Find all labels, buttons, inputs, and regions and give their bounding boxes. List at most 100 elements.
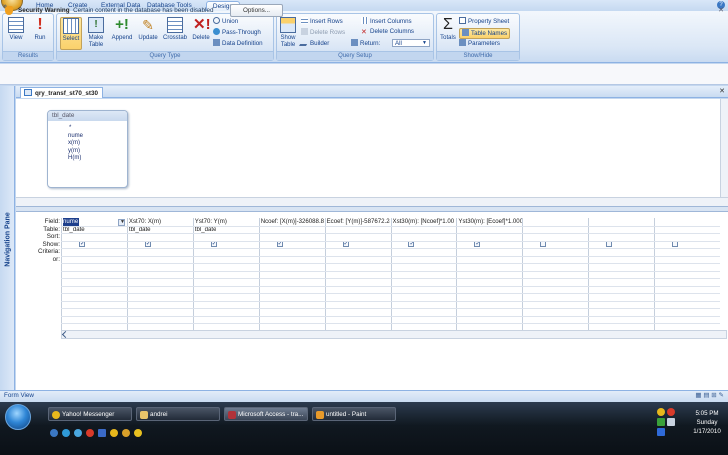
delete-columns-button[interactable]: ✕ Delete Columns — [361, 28, 414, 36]
task-microsoft-access[interactable]: Microsoft Access - tra... — [224, 407, 308, 421]
media-icon[interactable] — [86, 429, 94, 437]
grid-column[interactable]: Ecoef: [Y(m)]-587672.24 — [324, 218, 391, 330]
tray-volume-icon[interactable] — [667, 418, 675, 426]
run-button[interactable]: ! Run — [30, 17, 50, 42]
horizontal-scrollbar[interactable] — [16, 197, 728, 206]
grid-column[interactable]: Yst70: Y(m) tbl_date — [192, 218, 259, 330]
task-yahoo-messenger[interactable]: Yahoo! Messenger — [48, 407, 132, 421]
grid-row-line — [61, 293, 720, 294]
chevron-right-icon[interactable]: » — [3, 3, 7, 10]
group-results: View ! Run Results — [2, 13, 54, 61]
make-table-button[interactable]: ! Make Table — [85, 17, 107, 48]
totals-button[interactable]: Σ Totals — [439, 17, 457, 42]
select-button[interactable]: Select — [60, 17, 82, 50]
app-quick-icon[interactable] — [122, 429, 130, 437]
field-cell[interactable]: Yst30(m): [Ecoef]*1.000 — [458, 218, 522, 226]
delete-rows-icon — [301, 28, 308, 35]
insert-columns-button[interactable]: Insert Columns — [361, 17, 412, 26]
sigma-icon: Σ — [443, 16, 453, 33]
parameters-button[interactable]: Parameters — [459, 39, 500, 48]
start-button[interactable] — [5, 404, 31, 430]
table-cell[interactable]: tbl_date — [195, 226, 217, 234]
grid-column[interactable] — [588, 218, 654, 330]
insert-rows-icon — [301, 17, 308, 24]
field-list-item[interactable]: x(m) — [48, 140, 127, 148]
show-checkbox[interactable] — [210, 240, 217, 248]
task-paint[interactable]: untitled - Paint — [312, 407, 396, 421]
grid-horizontal-scrollbar[interactable] — [61, 330, 727, 339]
delete-rows-button[interactable]: Delete Rows — [301, 28, 345, 37]
show-checkbox[interactable] — [144, 240, 151, 248]
grid-column[interactable]: nume tbl_date — [61, 218, 127, 330]
grid-column[interactable]: Xst30(m): [Ncoef]*1.00 — [390, 218, 457, 330]
field-list-item[interactable]: * — [48, 125, 127, 133]
vertical-scrollbar[interactable] — [720, 99, 728, 197]
view-switcher-icons[interactable]: ▦ ▤ ⊞ ✎ — [674, 391, 724, 401]
grid-column[interactable]: Xst70: X(m) tbl_date — [126, 218, 193, 330]
tray-antivirus-icon[interactable] — [667, 408, 675, 416]
show-checkbox[interactable] — [606, 241, 613, 248]
table-names-icon — [462, 29, 469, 36]
union-button[interactable]: Union — [213, 17, 238, 26]
property-sheet-button[interactable]: Property Sheet — [459, 17, 509, 26]
grid-row-line — [61, 255, 720, 257]
view-button[interactable]: View — [6, 17, 26, 42]
ie-icon[interactable] — [62, 429, 70, 437]
window-switch-icon[interactable] — [98, 429, 106, 437]
field-list-item[interactable]: y(m) — [48, 148, 127, 156]
table-field-list[interactable]: tbl_date * nume x(m) y(m) H(m) — [47, 110, 128, 188]
show-desktop-icon[interactable] — [50, 429, 58, 437]
builder-button[interactable]: Builder — [298, 39, 329, 48]
update-button[interactable]: ✎ Update — [136, 17, 160, 42]
table-cell[interactable]: tbl_date — [63, 226, 85, 234]
field-cell[interactable]: Xst30(m): [Ncoef]*1.00 — [393, 218, 457, 226]
navigation-pane-title: Navigation Pane — [4, 212, 12, 267]
table-cell[interactable]: tbl_date — [129, 226, 151, 234]
insert-rows-button[interactable]: Insert Rows — [301, 17, 343, 26]
navigation-pane[interactable]: Navigation Pane — [0, 86, 15, 390]
field-dropdown-button[interactable]: ▼ — [118, 219, 125, 226]
append-button[interactable]: +! Append — [109, 17, 135, 42]
task-andrei[interactable]: andrei — [136, 407, 220, 421]
close-icon[interactable]: ✕ — [718, 6, 724, 14]
status-text: Form View — [4, 392, 34, 399]
tray-clock[interactable]: 5:05 PM Sunday 1/17/2010 — [692, 409, 722, 436]
tray-bluetooth-icon[interactable] — [657, 428, 665, 436]
return-select[interactable]: All ▼ — [392, 39, 430, 47]
show-checkbox[interactable] — [672, 241, 679, 248]
field-list-item[interactable]: H(m) — [48, 155, 127, 163]
table-names-button[interactable]: Table Names — [459, 28, 511, 39]
field-list-item[interactable]: nume — [48, 133, 127, 141]
grid-column[interactable] — [522, 218, 588, 330]
tray-yahoo-icon[interactable] — [657, 408, 665, 416]
tab-query[interactable]: qry_transf_st70_st30 — [20, 87, 104, 98]
messenger-quick-icon[interactable] — [134, 429, 142, 437]
field-cell[interactable]: Ecoef: [Y(m)]-587672.24 — [327, 218, 391, 226]
grid-column[interactable]: Ncoef: [X(m)]-326088.8 — [258, 218, 325, 330]
grid-column[interactable] — [654, 218, 720, 330]
grid-column[interactable]: Yst30(m): [Ecoef]*1.000 — [456, 218, 522, 330]
field-cell[interactable]: nume — [63, 218, 79, 226]
show-table-button[interactable]: Show Table — [279, 17, 297, 48]
options-button[interactable]: Options... — [230, 4, 283, 17]
show-checkbox[interactable] — [540, 241, 547, 248]
table-field-list-title[interactable]: tbl_date — [48, 111, 127, 121]
field-cell[interactable]: Xst70: X(m) — [129, 218, 193, 226]
show-checkbox[interactable] — [78, 240, 85, 248]
show-checkbox[interactable] — [276, 240, 283, 248]
show-checkbox[interactable] — [408, 240, 414, 248]
data-definition-button[interactable]: Data Definition — [213, 39, 263, 48]
pass-through-button[interactable]: Pass-Through — [213, 28, 261, 37]
status-bar — [0, 390, 728, 402]
grid-row-line — [61, 248, 720, 249]
field-cell[interactable]: Yst70: Y(m) — [195, 218, 259, 226]
show-checkbox[interactable] — [474, 240, 480, 248]
crosstab-button[interactable]: Crosstab — [161, 17, 189, 42]
browser-icon[interactable] — [74, 429, 82, 437]
field-cell[interactable]: Ncoef: [X(m)]-326088.8 — [261, 218, 325, 226]
show-checkbox[interactable] — [342, 240, 349, 248]
tray-network-icon[interactable] — [657, 418, 665, 426]
delete-button[interactable]: ✕! Delete — [190, 17, 212, 42]
close-query-icon[interactable]: ✕ — [719, 87, 725, 95]
yahoo-quick-icon[interactable] — [110, 429, 118, 437]
